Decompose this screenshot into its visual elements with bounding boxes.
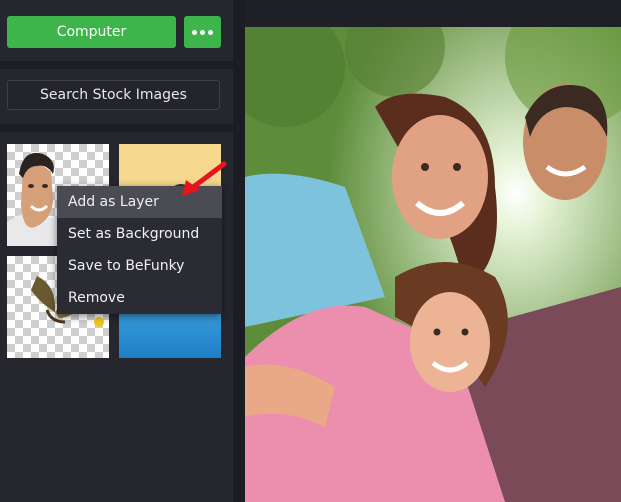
more-dot [200, 29, 205, 35]
computer-upload-button[interactable]: Computer [7, 16, 176, 48]
menu-item-save-to-befunky[interactable]: Save to BeFunky [57, 250, 222, 282]
search-stock-images-button[interactable]: Search Stock Images [7, 80, 220, 110]
red-arrow-annotation [182, 161, 227, 196]
more-options-button[interactable] [184, 16, 221, 48]
sidebar-divider [0, 124, 233, 132]
family-photo [245, 27, 621, 502]
more-dot [208, 29, 213, 35]
menu-item-set-as-background[interactable]: Set as Background [57, 218, 222, 250]
menu-item-remove[interactable]: Remove [57, 282, 222, 314]
thumbnail-context-menu: Add as Layer Set as Background Save to B… [57, 186, 222, 314]
family-photo-image [245, 27, 621, 502]
editor-canvas[interactable] [245, 0, 621, 502]
more-options-icon [192, 29, 197, 35]
sidebar: Computer Search Stock Images Add as Laye… [0, 0, 233, 502]
sidebar-scroll-edge [233, 0, 245, 502]
sidebar-divider [0, 61, 233, 69]
